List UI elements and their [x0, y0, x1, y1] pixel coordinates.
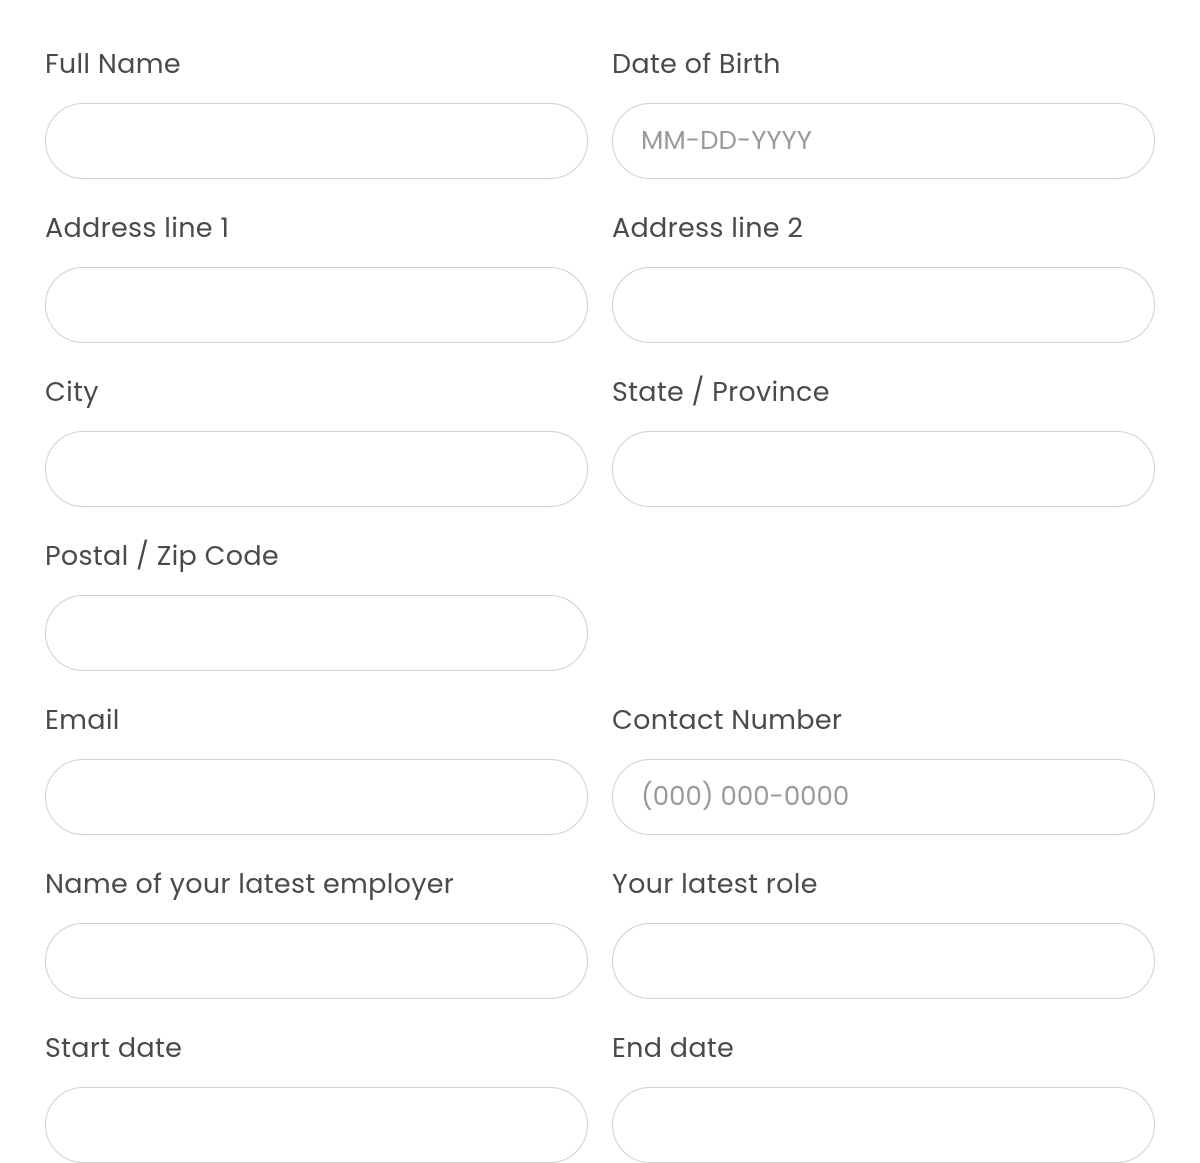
- address2-field: Address line 2: [612, 209, 1155, 343]
- end-date-field: End date: [612, 1029, 1155, 1163]
- state-input[interactable]: [612, 431, 1155, 507]
- end-date-input[interactable]: [612, 1087, 1155, 1163]
- full-name-field: Full Name: [45, 45, 588, 179]
- dob-input[interactable]: [612, 103, 1155, 179]
- address1-label: Address line 1: [45, 209, 588, 249]
- postal-field: Postal / Zip Code: [45, 537, 588, 671]
- full-name-label: Full Name: [45, 45, 588, 85]
- state-field: State / Province: [612, 373, 1155, 507]
- empty-spacer: [612, 537, 1155, 671]
- address2-input[interactable]: [612, 267, 1155, 343]
- dob-label: Date of Birth: [612, 45, 1155, 85]
- full-name-input[interactable]: [45, 103, 588, 179]
- contact-input[interactable]: [612, 759, 1155, 835]
- contact-label: Contact Number: [612, 701, 1155, 741]
- state-label: State / Province: [612, 373, 1155, 413]
- city-input[interactable]: [45, 431, 588, 507]
- start-date-field: Start date: [45, 1029, 588, 1163]
- email-field: Email: [45, 701, 588, 835]
- address1-input[interactable]: [45, 267, 588, 343]
- address2-label: Address line 2: [612, 209, 1155, 249]
- employer-field: Name of your latest employer: [45, 865, 588, 999]
- employer-input[interactable]: [45, 923, 588, 999]
- employer-label: Name of your latest employer: [45, 865, 588, 905]
- form-container: Full Name Date of Birth Address line 1 A…: [45, 45, 1155, 1163]
- role-label: Your latest role: [612, 865, 1155, 905]
- end-date-label: End date: [612, 1029, 1155, 1069]
- start-date-label: Start date: [45, 1029, 588, 1069]
- city-label: City: [45, 373, 588, 413]
- city-field: City: [45, 373, 588, 507]
- postal-input[interactable]: [45, 595, 588, 671]
- email-input[interactable]: [45, 759, 588, 835]
- role-field: Your latest role: [612, 865, 1155, 999]
- role-input[interactable]: [612, 923, 1155, 999]
- dob-field: Date of Birth: [612, 45, 1155, 179]
- postal-label: Postal / Zip Code: [45, 537, 588, 577]
- address1-field: Address line 1: [45, 209, 588, 343]
- contact-field: Contact Number: [612, 701, 1155, 835]
- start-date-input[interactable]: [45, 1087, 588, 1163]
- email-label: Email: [45, 701, 588, 741]
